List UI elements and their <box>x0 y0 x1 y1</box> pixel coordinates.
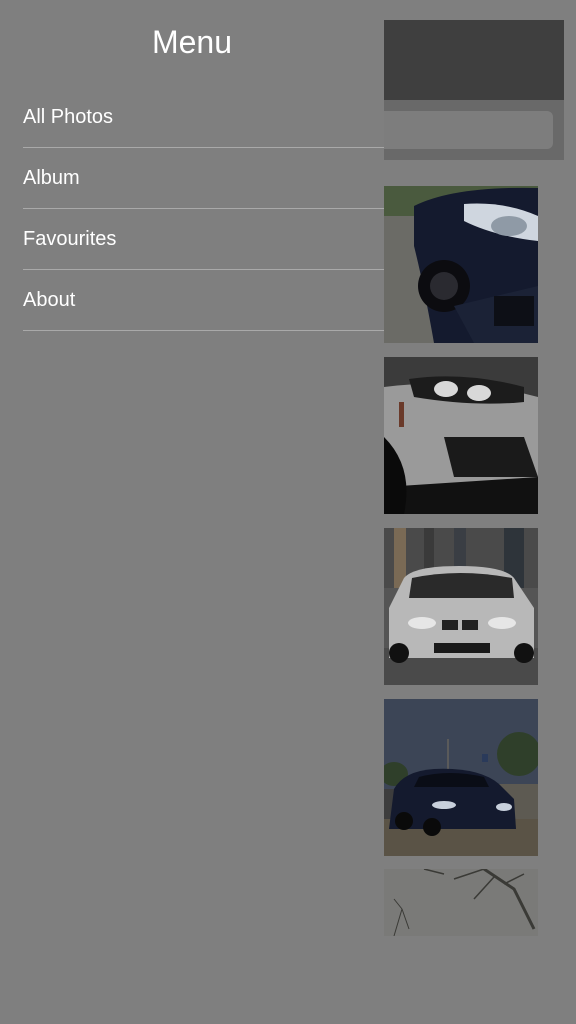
photo-thumbnail[interactable] <box>384 699 538 856</box>
menu-item-album[interactable]: Album <box>23 148 384 209</box>
tree-photo-icon <box>384 869 538 936</box>
car-photo-icon <box>384 357 538 514</box>
photo-thumbnail[interactable] <box>384 869 538 936</box>
navigation-bar <box>384 20 564 100</box>
car-photo-icon <box>384 699 538 856</box>
photo-thumbnail[interactable] <box>384 528 538 685</box>
main-content-dimmed[interactable] <box>384 0 576 1024</box>
app-screen: Menu All Photos Album Favourites About <box>0 0 576 1024</box>
menu-item-about[interactable]: About <box>23 270 384 331</box>
photo-thumbnail[interactable] <box>384 357 538 514</box>
car-photo-icon <box>384 528 538 685</box>
menu-item-all-photos[interactable]: All Photos <box>23 87 384 148</box>
photo-thumbnail[interactable] <box>384 186 538 343</box>
search-input[interactable] <box>384 111 553 149</box>
menu-item-favourites[interactable]: Favourites <box>23 209 384 270</box>
side-menu: Menu All Photos Album Favourites About <box>0 0 384 1024</box>
menu-title: Menu <box>151 24 233 60</box>
menu-list: All Photos Album Favourites About <box>23 87 384 331</box>
car-photo-icon <box>384 186 538 343</box>
